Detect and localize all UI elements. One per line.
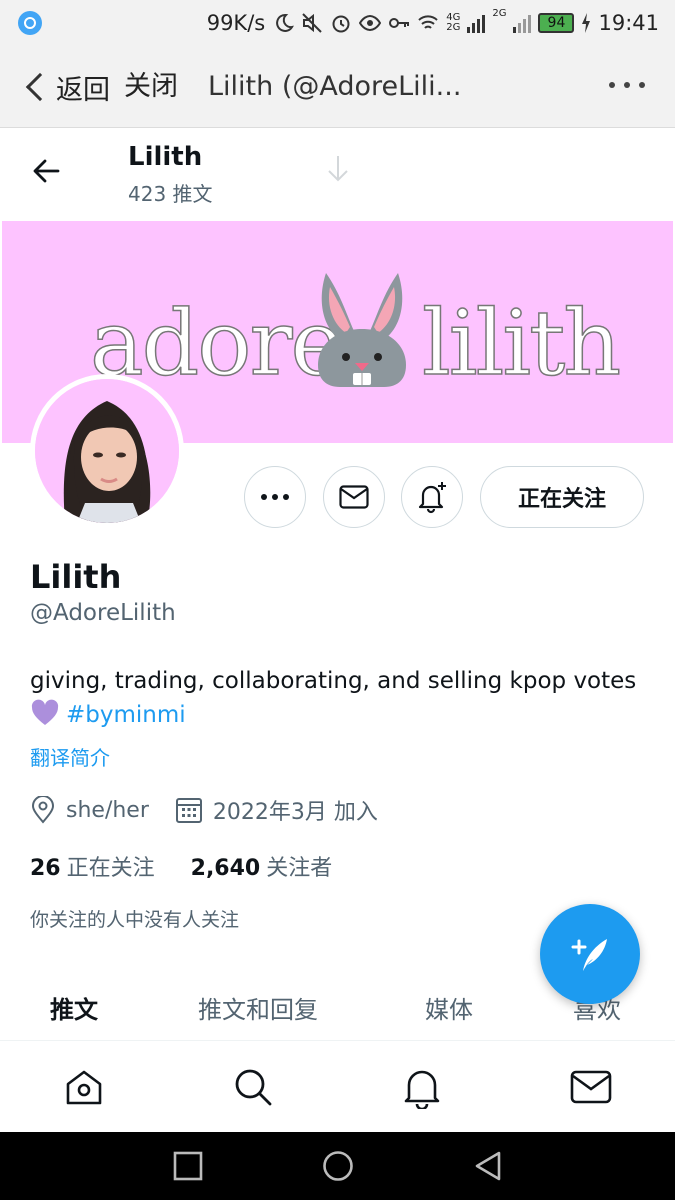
net-speed: 99K/s xyxy=(206,11,266,35)
following-count: 26 xyxy=(30,856,61,881)
alarm-icon xyxy=(332,15,350,33)
calendar-icon xyxy=(175,798,202,823)
signal-icon-2 xyxy=(513,13,532,33)
charging-icon xyxy=(582,13,591,33)
net-type-small: 2G xyxy=(492,8,507,19)
profile-meta: she/her 2022年3月 加入 xyxy=(30,794,378,826)
profile-handle: @AdoreLilith xyxy=(30,600,176,626)
location-pin-icon xyxy=(31,796,55,824)
avatar[interactable] xyxy=(30,374,184,528)
compose-tweet-button[interactable] xyxy=(540,904,640,1004)
chevron-left-icon xyxy=(25,72,55,102)
tab-media[interactable]: 媒体 xyxy=(425,990,473,1025)
browser-page-title: Lilith (@AdoreLili... xyxy=(208,71,462,102)
battery-icon: 94 xyxy=(538,13,575,33)
messages-icon[interactable] xyxy=(569,1065,613,1109)
more-menu-icon[interactable] xyxy=(609,82,645,88)
status-icons: 99K/s 4G 2G 2G 94 19:41 xyxy=(207,8,659,38)
home-icon[interactable] xyxy=(62,1065,106,1109)
more-dots-icon xyxy=(261,494,289,500)
notify-button[interactable] xyxy=(401,466,463,528)
message-button[interactable] xyxy=(323,466,385,528)
header-tweet-count: 423 推文 xyxy=(128,182,213,206)
following-button[interactable]: 正在关注 xyxy=(480,466,644,528)
followers-count: 2,640 xyxy=(190,856,261,881)
key-icon xyxy=(389,18,410,28)
bio-hashtag-link[interactable]: #byminmi xyxy=(66,702,186,728)
eye-icon xyxy=(359,14,382,32)
notifications-icon[interactable] xyxy=(400,1065,444,1109)
net-type: 4G 2G xyxy=(446,13,460,33)
followers-link[interactable]: 2,640 关注者 xyxy=(191,850,333,882)
bio-text: giving, trading, collaborating, and sell… xyxy=(30,668,637,694)
banner-text-right: lilith xyxy=(421,290,622,397)
signal-icon xyxy=(467,13,486,33)
header-name: Lilith xyxy=(128,142,203,172)
tab-tweets-replies[interactable]: 推文和回复 xyxy=(198,990,318,1025)
browser-close-button[interactable]: 关闭 xyxy=(124,66,178,108)
status-bar: 99K/s 4G 2G 2G 94 19:41 xyxy=(0,0,675,46)
pronouns: she/her xyxy=(66,797,149,823)
profile-stats: 26 正在关注 2,640 关注者 xyxy=(30,850,332,882)
translate-bio-link[interactable]: 翻译简介 xyxy=(30,742,110,771)
clock: 19:41 xyxy=(598,11,659,35)
profile-name: Lilith xyxy=(30,558,122,596)
following-label: 正在关注 xyxy=(66,856,155,881)
rabbit-icon xyxy=(318,273,406,387)
bottom-nav xyxy=(0,1040,675,1132)
arrow-down-icon xyxy=(328,156,348,182)
joined-date: 2022年3月 加入 xyxy=(212,800,378,825)
profile-bio: giving, trading, collaborating, and sell… xyxy=(30,664,650,732)
home-circle-icon[interactable] xyxy=(322,1150,354,1182)
app-notification-icon xyxy=(18,11,42,35)
followers-label: 关注者 xyxy=(266,856,333,881)
moon-icon xyxy=(276,13,295,32)
recents-icon[interactable] xyxy=(172,1150,204,1182)
back-arrow-icon[interactable] xyxy=(28,152,66,190)
tab-tweets[interactable]: 推文 xyxy=(50,990,98,1025)
battery-level: 94 xyxy=(547,15,566,31)
browser-title-bar: 返回 关闭 Lilith (@AdoreLili... xyxy=(0,46,675,128)
feather-plus-icon xyxy=(571,939,607,971)
following-link[interactable]: 26 正在关注 xyxy=(30,850,155,882)
followers-you-know-note[interactable]: 你关注的人中没有人关注 xyxy=(30,905,239,932)
purple-heart-icon xyxy=(31,699,59,725)
back-triangle-icon[interactable] xyxy=(472,1150,504,1182)
wifi-icon xyxy=(418,15,438,29)
avatar-photo xyxy=(35,379,179,523)
bell-plus-icon xyxy=(418,482,446,514)
browser-back-button[interactable]: 返回 xyxy=(20,66,110,108)
more-options-button[interactable] xyxy=(244,466,306,528)
net-type-2: 2G xyxy=(446,22,461,33)
system-nav-bar xyxy=(0,1132,675,1200)
search-icon[interactable] xyxy=(231,1065,275,1109)
mute-icon xyxy=(302,13,322,33)
envelope-icon xyxy=(339,485,369,509)
browser-back-label: 返回 xyxy=(56,74,110,106)
